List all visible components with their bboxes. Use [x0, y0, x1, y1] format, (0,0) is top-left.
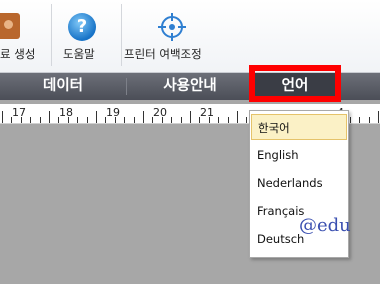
ruler-label: 21	[200, 106, 214, 119]
ruler-tick	[208, 117, 210, 123]
ruler-tick	[133, 117, 135, 123]
language-option-korean[interactable]: 한국어	[251, 114, 347, 140]
menu-user-guide[interactable]: 사용안내	[140, 73, 240, 100]
ruler-tick	[39, 117, 41, 123]
ruler-tick	[237, 111, 238, 123]
ruler-tick	[30, 117, 32, 123]
printer-margin-button[interactable]: 프린터 여백조정	[124, 0, 220, 73]
ruler-tick	[86, 117, 88, 123]
ruler-tick	[20, 117, 22, 123]
ruler-tick	[124, 117, 126, 123]
ruler-tick	[227, 117, 229, 123]
ruler-tick	[161, 117, 163, 123]
ruler-tick	[368, 117, 370, 123]
ruler-tick	[378, 111, 379, 123]
ruler-label: 19	[106, 106, 120, 119]
menu-data[interactable]: 데이터	[20, 73, 106, 100]
ruler-tick	[180, 117, 182, 123]
toolbar-divider	[51, 4, 52, 66]
address-book-icon	[0, 13, 20, 39]
ruler-label: 20	[153, 106, 167, 119]
ruler-tick	[359, 117, 361, 123]
ruler-tick	[77, 117, 79, 123]
create-data-button[interactable]: 료 생성	[0, 0, 50, 73]
crosshair-target-icon	[158, 13, 186, 41]
annotation-highlight-box	[249, 65, 341, 102]
language-option-english[interactable]: English	[251, 142, 347, 168]
toolbar: 료 생성 ? 도움말 프린터 여백조정	[0, 0, 380, 73]
ruler-tick	[152, 117, 154, 123]
ruler-label: 17	[12, 106, 26, 119]
ruler-tick	[199, 117, 201, 123]
ruler-tick	[114, 117, 116, 123]
help-label: 도움말	[63, 47, 95, 61]
help-button[interactable]: ? 도움말	[61, 0, 106, 73]
toolbar-divider	[121, 4, 122, 66]
ruler-tick	[49, 111, 50, 123]
printer-margin-label: 프린터 여백조정	[124, 47, 202, 61]
ruler-label: 18	[59, 106, 73, 119]
ruler-tick	[11, 117, 13, 123]
ruler-tick	[105, 117, 107, 123]
ruler-tick	[190, 111, 191, 123]
help-icon: ?	[68, 13, 96, 41]
ruler-tick	[246, 117, 248, 123]
create-data-label: 료 생성	[0, 47, 36, 61]
ruler-tick	[349, 117, 351, 123]
language-option-dutch[interactable]: Nederlands	[251, 170, 347, 196]
watermark-text: @edu	[299, 215, 351, 236]
ruler-tick	[67, 117, 69, 123]
ruler-tick	[218, 117, 220, 123]
menu-divider	[126, 78, 127, 95]
ruler-tick	[96, 111, 97, 123]
ruler-tick	[58, 117, 60, 123]
ruler-tick	[171, 117, 173, 123]
ruler-tick	[143, 111, 144, 123]
ruler-tick	[2, 111, 3, 123]
